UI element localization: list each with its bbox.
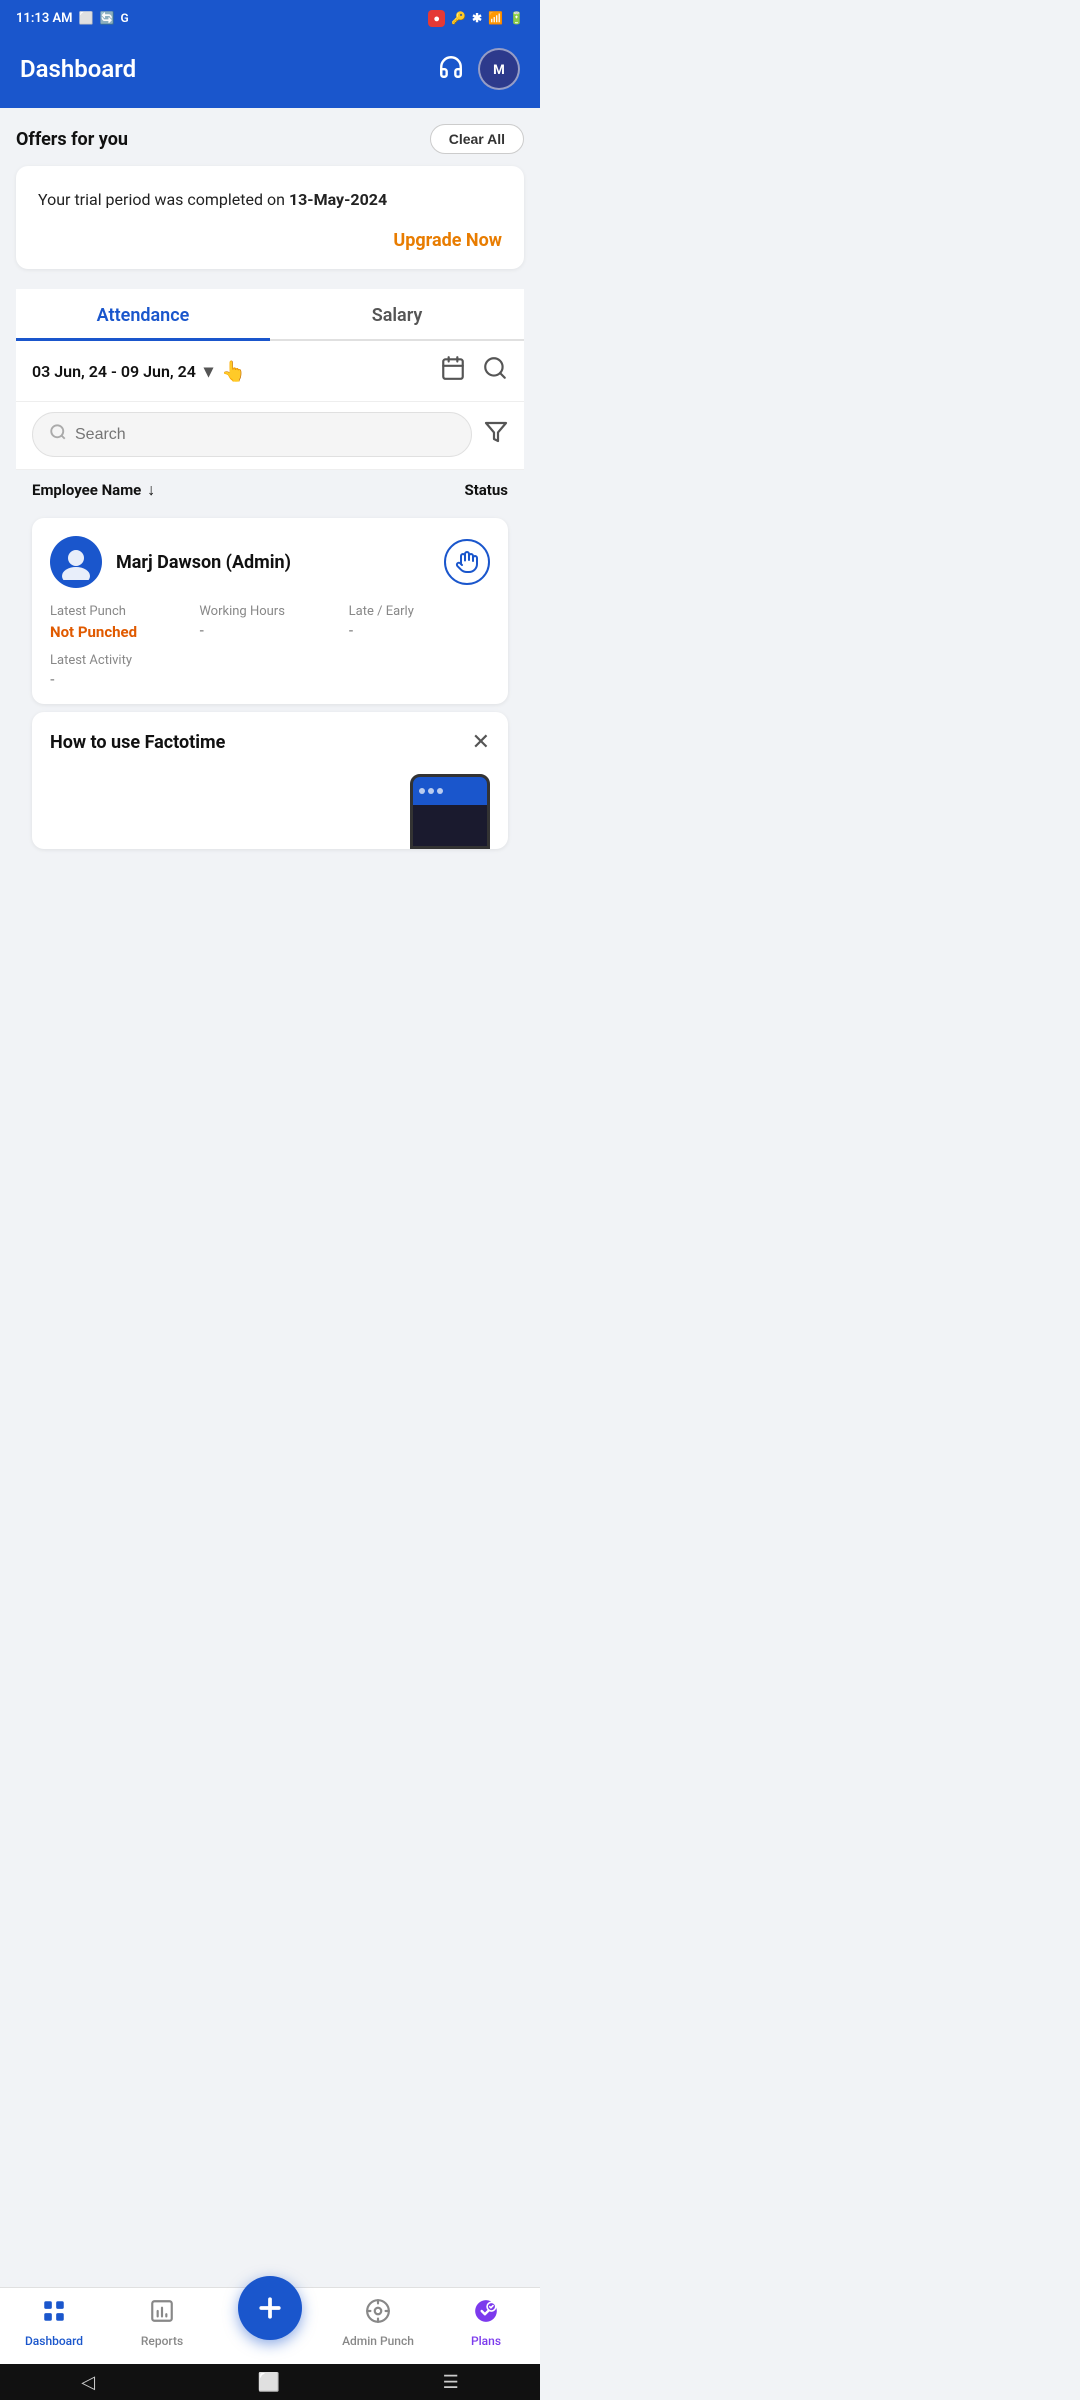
activity-row: Latest Activity - bbox=[50, 653, 490, 688]
activity-value: - bbox=[50, 672, 490, 688]
key-icon: 🔑 bbox=[451, 11, 466, 25]
employee-card: Marj Dawson (Admin) Latest Punch Not Pun… bbox=[32, 518, 508, 704]
tab-attendance[interactable]: Attendance bbox=[16, 289, 270, 341]
nav-plans[interactable]: Plans bbox=[432, 2298, 540, 2348]
chevron-down-icon: ▾ bbox=[204, 361, 213, 382]
battery-icon: 🔋 bbox=[509, 11, 524, 25]
bottom-nav: Dashboard Reports bbox=[0, 2287, 540, 2364]
camera-icon: ● bbox=[428, 10, 445, 27]
sort-down-icon: ↓ bbox=[147, 480, 155, 500]
howto-card: How to use Factotime ✕ bbox=[32, 712, 508, 849]
working-hours-label: Working Hours bbox=[199, 604, 340, 619]
google-icon: G bbox=[120, 11, 128, 25]
filter-icon[interactable] bbox=[484, 420, 508, 450]
working-hours-col: Working Hours - bbox=[199, 604, 340, 641]
filter-row: 03 Jun, 24 - 09 Jun, 24 ▾ 👆 bbox=[16, 341, 524, 402]
bluetooth-icon: ✱ bbox=[472, 11, 482, 25]
search-icon[interactable] bbox=[482, 355, 508, 387]
admin-punch-icon bbox=[365, 2298, 391, 2330]
search-input-icon bbox=[49, 423, 67, 446]
offers-title: Offers for you bbox=[16, 129, 128, 150]
nav-reports-label: Reports bbox=[141, 2334, 183, 2348]
punch-icon-button[interactable] bbox=[444, 539, 490, 585]
svg-text:M: M bbox=[493, 63, 505, 78]
howto-header: How to use Factotime ✕ bbox=[50, 730, 490, 755]
late-early-col: Late / Early - bbox=[349, 604, 490, 641]
tabs-container: Attendance Salary bbox=[16, 289, 524, 341]
employee-name: Marj Dawson (Admin) bbox=[116, 552, 291, 573]
date-range-text: 03 Jun, 24 - 09 Jun, 24 bbox=[32, 362, 196, 381]
late-early-label: Late / Early bbox=[349, 604, 490, 619]
employee-info: Marj Dawson (Admin) bbox=[50, 536, 291, 588]
nav-reports[interactable]: Reports bbox=[108, 2298, 216, 2348]
fab-button[interactable] bbox=[238, 2276, 302, 2340]
android-nav-bar: ◁ ⬜ ☰ bbox=[0, 2364, 540, 2400]
latest-punch-value: Not Punched bbox=[50, 623, 191, 641]
search-input-wrap bbox=[32, 412, 472, 457]
trial-message-prefix: Your trial period was completed on bbox=[38, 190, 289, 209]
working-hours-value: - bbox=[199, 623, 340, 639]
employee-details: Latest Punch Not Punched Working Hours -… bbox=[50, 604, 490, 641]
reports-icon bbox=[149, 2298, 175, 2330]
fab-container bbox=[216, 2306, 324, 2340]
main-content: Offers for you Clear All Your trial peri… bbox=[0, 108, 540, 1011]
upgrade-now-button[interactable]: Upgrade Now bbox=[393, 230, 502, 251]
home-button[interactable]: ⬜ bbox=[258, 2372, 280, 2393]
cursor-pointer-icon: 👆 bbox=[221, 359, 246, 383]
back-button[interactable]: ◁ bbox=[81, 2372, 95, 2393]
employee-name-col-header[interactable]: Employee Name ↓ bbox=[32, 480, 155, 500]
page-title: Dashboard bbox=[20, 55, 136, 83]
screen-record-icon: ⬜ bbox=[79, 11, 94, 25]
date-icons bbox=[440, 355, 508, 387]
nav-plans-label: Plans bbox=[471, 2334, 501, 2348]
avatar[interactable]: M bbox=[478, 48, 520, 90]
status-time: 11:13 AM bbox=[16, 11, 73, 26]
clear-all-button[interactable]: Clear All bbox=[430, 124, 524, 154]
table-header: Employee Name ↓ Status bbox=[16, 470, 524, 510]
header-actions: M bbox=[438, 48, 520, 90]
headset-icon[interactable] bbox=[438, 54, 464, 85]
header: Dashboard M bbox=[0, 36, 540, 108]
calendar-icon[interactable] bbox=[440, 355, 466, 387]
status-bar: 11:13 AM ⬜ 🔄 G ● 🔑 ✱ 📶 🔋 bbox=[0, 0, 540, 36]
phone-screen bbox=[413, 777, 487, 805]
trial-date: 13-May-2024 bbox=[289, 190, 387, 209]
nav-admin-punch[interactable]: Admin Punch bbox=[324, 2298, 432, 2348]
tab-salary[interactable]: Salary bbox=[270, 289, 524, 341]
search-container bbox=[16, 402, 524, 470]
nav-dashboard-label: Dashboard bbox=[25, 2334, 83, 2348]
howto-close-button[interactable]: ✕ bbox=[472, 730, 490, 755]
trial-card: Your trial period was completed on 13-Ma… bbox=[16, 166, 524, 269]
status-col-header: Status bbox=[464, 481, 508, 499]
nav-dashboard[interactable]: Dashboard bbox=[0, 2298, 108, 2348]
phone-mockup bbox=[410, 774, 490, 849]
late-early-value: - bbox=[349, 623, 490, 639]
trial-message: Your trial period was completed on 13-Ma… bbox=[38, 188, 502, 212]
search-input[interactable] bbox=[75, 426, 455, 444]
dashboard-icon bbox=[41, 2298, 67, 2330]
recents-button[interactable]: ☰ bbox=[443, 2372, 459, 2393]
nav-admin-punch-label: Admin Punch bbox=[342, 2334, 414, 2348]
employee-card-header: Marj Dawson (Admin) bbox=[50, 536, 490, 588]
activity-label: Latest Activity bbox=[50, 653, 490, 668]
offers-header: Offers for you Clear All bbox=[16, 124, 524, 154]
date-range-selector[interactable]: 03 Jun, 24 - 09 Jun, 24 ▾ 👆 bbox=[32, 359, 246, 383]
wifi-icon: 📶 bbox=[488, 11, 503, 25]
latest-punch-label: Latest Punch bbox=[50, 604, 191, 619]
employee-avatar bbox=[50, 536, 102, 588]
howto-preview bbox=[50, 769, 490, 849]
plans-icon bbox=[473, 2298, 499, 2330]
howto-title: How to use Factotime bbox=[50, 732, 225, 753]
latest-punch-col: Latest Punch Not Punched bbox=[50, 604, 191, 641]
cast-icon: 🔄 bbox=[100, 11, 115, 25]
